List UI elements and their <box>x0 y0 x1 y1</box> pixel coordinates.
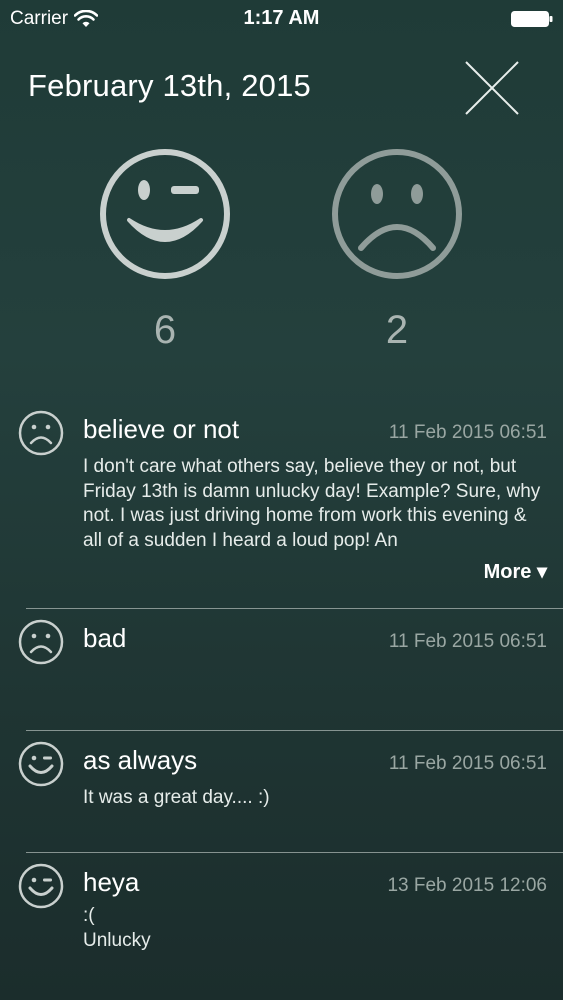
list-item[interactable]: bad 11 Feb 2015 06:51 <box>0 609 563 730</box>
status-bar: Carrier 1:17 AM <box>0 0 563 38</box>
smiley-icon <box>18 863 64 909</box>
sad-face-icon[interactable] <box>331 148 463 280</box>
entry-timestamp: 11 Feb 2015 06:51 <box>388 631 547 652</box>
entry-title: heya <box>83 867 140 897</box>
status-time: 1:17 AM <box>243 7 320 29</box>
list-item[interactable]: believe or not 11 Feb 2015 06:51 I don't… <box>0 400 563 608</box>
list-item[interactable]: heya 13 Feb 2015 12:06 :( Unlucky <box>0 853 563 999</box>
happy-count: 6 <box>153 308 177 352</box>
smiley-icon <box>18 741 64 787</box>
entry-text: :( Unlucky <box>83 905 151 951</box>
sad-count: 2 <box>385 308 409 352</box>
entry-text: I don't care what others say, believe th… <box>83 456 541 551</box>
close-icon[interactable] <box>462 58 522 118</box>
winking-smiley-icon[interactable] <box>99 148 231 280</box>
list-item[interactable]: as always 11 Feb 2015 06:51 It was a gre… <box>0 731 563 852</box>
sad-face-icon <box>18 410 64 456</box>
page-title: February 13th, 2015 <box>28 68 311 103</box>
more-button[interactable]: More ▾ <box>83 559 547 584</box>
entry-timestamp: 13 Feb 2015 12:06 <box>387 875 547 896</box>
sad-face-icon <box>18 619 64 665</box>
entry-text: It was a great day.... :) <box>83 787 270 808</box>
entry-title: bad <box>83 623 127 653</box>
entry-timestamp: 11 Feb 2015 06:51 <box>388 753 547 774</box>
battery-icon <box>511 11 553 27</box>
entry-list: believe or not 11 Feb 2015 06:51 I don't… <box>0 400 563 999</box>
entry-timestamp: 11 Feb 2015 06:51 <box>388 422 547 443</box>
entry-title: believe or not <box>83 414 240 444</box>
entry-title: as always <box>83 745 198 775</box>
